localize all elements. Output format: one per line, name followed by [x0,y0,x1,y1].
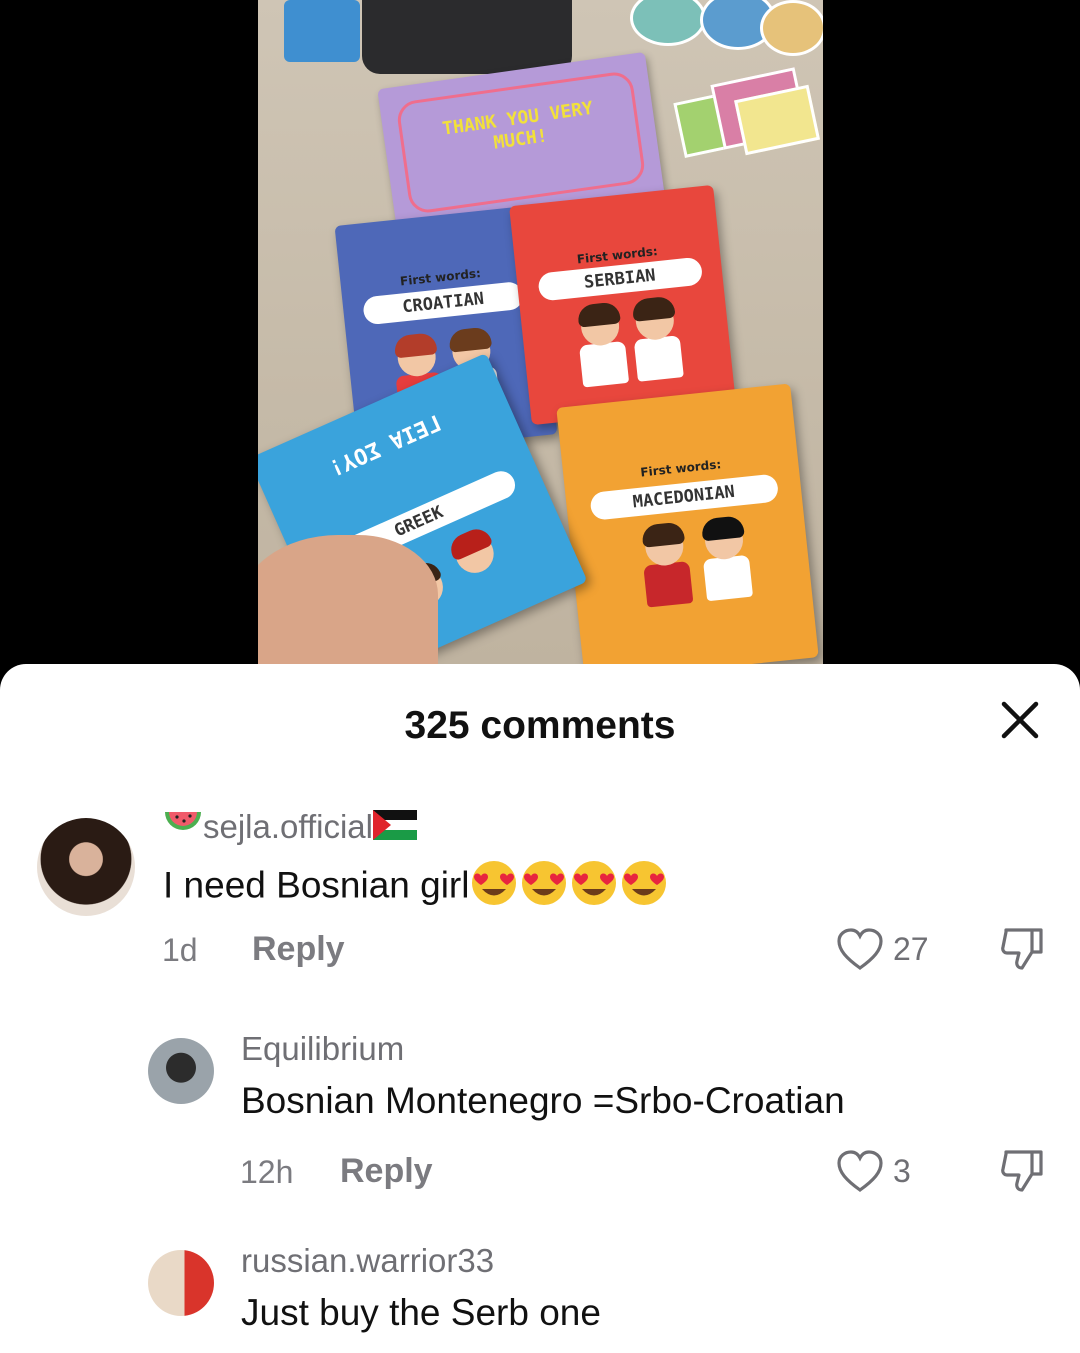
close-icon[interactable] [998,698,1042,742]
like-count: 27 [893,931,929,967]
stickers [630,0,823,60]
blue-cube [284,0,360,62]
comment-username[interactable]: Equilibrium [241,1030,404,1068]
dislike-button[interactable] [998,1146,1046,1199]
watermelon-icon [163,808,203,850]
video-player[interactable]: THANK YOU VERY MUCH! First words: CROATI… [0,0,1080,664]
like-count: 3 [893,1153,911,1189]
like-button[interactable] [836,1150,884,1199]
reply-button[interactable]: Reply [252,930,345,969]
hand [258,535,438,664]
comment-timestamp: 1d [162,932,198,968]
heart-eyes-icon [619,860,669,915]
comment-item: Equilibrium Bosnian Montenegro =Srbo-Cro… [0,1024,1080,1214]
avatar[interactable] [148,1038,214,1104]
palestine-flag-icon [372,810,417,848]
comment-item: sejla.official I need Bosnian girl 1d Re… [0,794,1080,994]
comment-text: Bosnian Montenegro =Srbo-Croatian [241,1080,845,1121]
heart-eyes-icon [519,860,569,915]
comment-timestamp: 12h [240,1154,294,1190]
comment-username[interactable]: sejla.official [163,808,417,850]
sticker-pile [671,64,823,171]
heart-eyes-icon [469,860,519,915]
thumbs-down-icon [1001,1150,1043,1192]
like-button[interactable] [836,928,884,977]
book-serbian: First words: SERBIAN [509,184,736,426]
comment-text: Just buy the Serb one [241,1292,601,1333]
avatar[interactable] [148,1250,214,1316]
thumbs-down-icon [1001,928,1043,970]
book-macedonian: First words: MACEDONIAN [556,383,819,664]
comment-text: I need Bosnian girl [163,860,669,915]
video-frame: THANK YOU VERY MUCH! First words: CROATI… [258,0,823,664]
username-text: sejla.official [203,808,373,845]
comments-count-title: 325 comments [404,704,676,747]
reply-button[interactable]: Reply [340,1152,433,1191]
dislike-button[interactable] [998,924,1046,977]
comments-sheet: 325 comments sejla.official I need Bosni… [0,664,1080,1353]
heart-icon [837,1150,883,1192]
heart-eyes-icon [569,860,619,915]
comment-item: russian.warrior33 Just buy the Serb one [0,1236,1080,1353]
avatar[interactable] [37,818,135,916]
heart-icon [837,928,883,970]
comment-username[interactable]: russian.warrior33 [241,1242,494,1280]
speaker-device [362,0,572,74]
